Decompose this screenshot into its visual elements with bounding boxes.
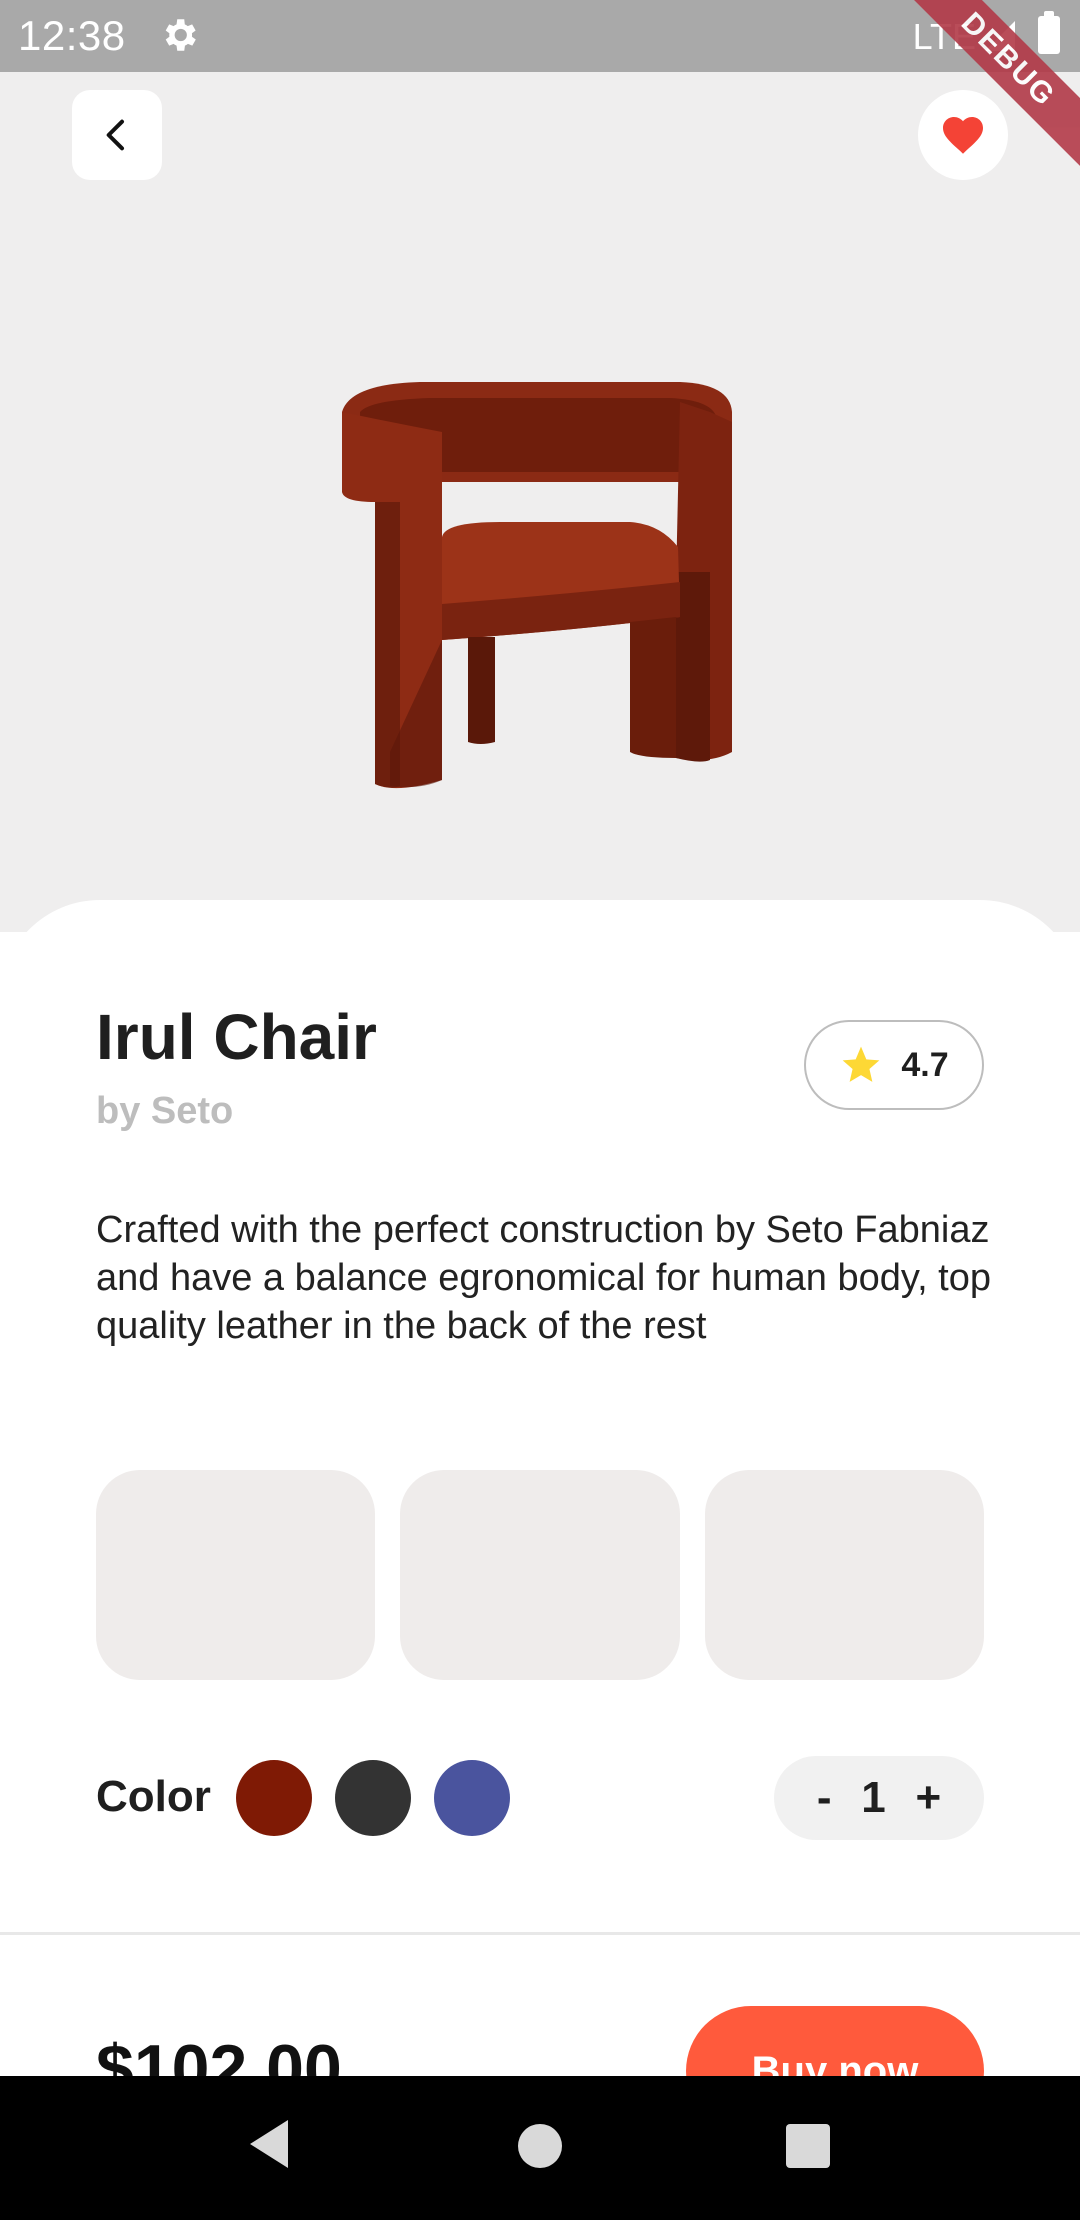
favorite-button[interactable] bbox=[918, 90, 1008, 180]
navigation-bar bbox=[0, 2076, 1080, 2220]
status-bar: 12:38 LTE bbox=[0, 0, 1080, 72]
quantity-decrease-button[interactable]: - bbox=[817, 1773, 832, 1823]
chair-image bbox=[342, 382, 732, 789]
product-details-sheet: Irul Chair by Seto 4.7 Crafted with the … bbox=[0, 900, 1080, 2136]
rating-badge: 4.7 bbox=[804, 1020, 984, 1110]
gear-icon bbox=[165, 19, 196, 51]
color-swatch-charcoal[interactable] bbox=[335, 1760, 411, 1836]
nav-back-icon[interactable] bbox=[244, 2116, 294, 2172]
thumbnail-3[interactable] bbox=[704, 1470, 984, 1680]
divider bbox=[0, 1932, 1080, 1935]
product-maker: by Seto bbox=[96, 1090, 234, 1132]
thumbnail-gallery bbox=[96, 1470, 984, 1680]
thumbnail-1[interactable] bbox=[96, 1470, 376, 1680]
nav-recents-icon[interactable] bbox=[786, 2124, 830, 2168]
color-selector: Color - 1 + bbox=[96, 1756, 984, 1840]
thumbnail-2[interactable] bbox=[400, 1470, 680, 1680]
nav-home-icon[interactable] bbox=[518, 2124, 562, 2168]
battery-icon bbox=[1038, 11, 1060, 54]
star-icon bbox=[843, 1046, 880, 1082]
color-swatch-rust[interactable] bbox=[236, 1760, 312, 1836]
quantity-stepper: - 1 + bbox=[774, 1756, 984, 1840]
quantity-value: 1 bbox=[861, 1773, 886, 1822]
status-time: 12:38 bbox=[18, 12, 126, 59]
color-label: Color bbox=[96, 1772, 211, 1821]
rating-value: 4.7 bbox=[901, 1045, 949, 1084]
heart-icon bbox=[943, 117, 983, 154]
chevron-left-icon bbox=[106, 119, 124, 151]
product-hero bbox=[0, 72, 1080, 932]
product-title: Irul Chair bbox=[96, 1001, 377, 1073]
back-button[interactable] bbox=[72, 90, 162, 180]
quantity-increase-button[interactable]: + bbox=[915, 1773, 941, 1823]
color-swatch-indigo[interactable] bbox=[434, 1760, 510, 1836]
product-description: Crafted with the perfect construction by… bbox=[96, 1209, 992, 1347]
